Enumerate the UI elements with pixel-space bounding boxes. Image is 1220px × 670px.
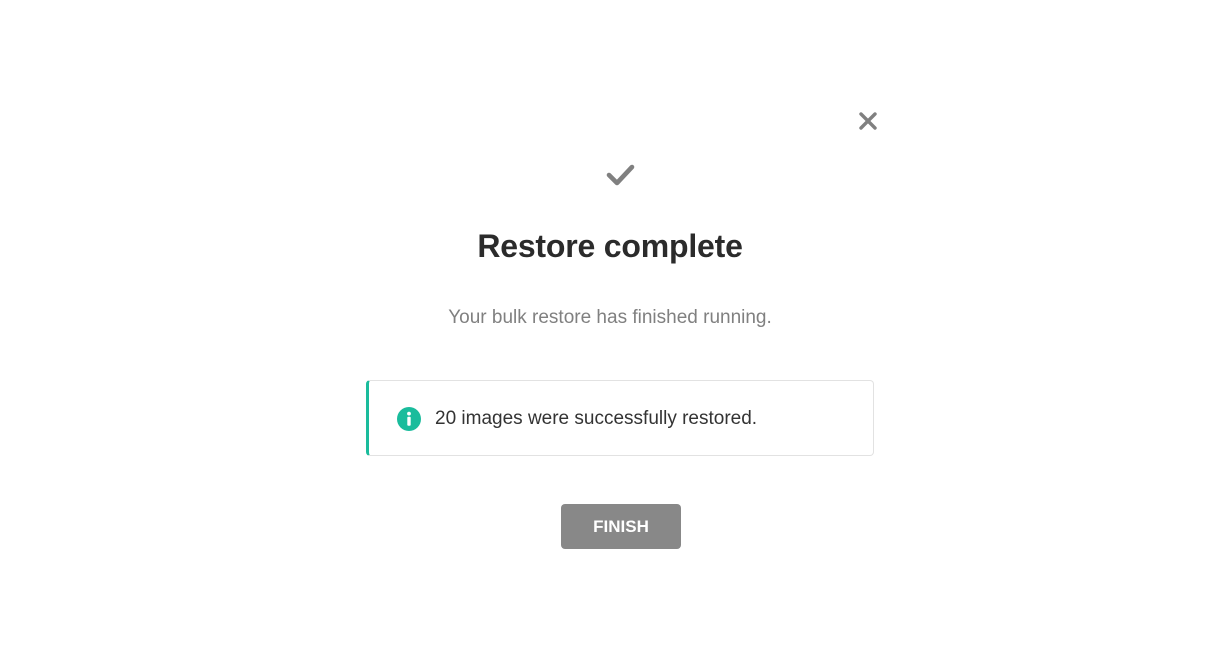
success-notice: 20 images were successfully restored.	[366, 380, 874, 456]
notice-message: 20 images were successfully restored.	[435, 408, 758, 429]
info-icon	[397, 407, 421, 431]
close-icon	[859, 112, 877, 130]
restore-complete-dialog: Restore complete Your bulk restore has f…	[0, 0, 1220, 670]
checkmark-icon	[606, 164, 635, 186]
close-button[interactable]	[856, 109, 880, 133]
finish-button[interactable]: FINISH	[561, 504, 681, 549]
dialog-title: Restore complete	[477, 228, 743, 264]
dialog-subtitle: Your bulk restore has finished running.	[448, 307, 772, 328]
